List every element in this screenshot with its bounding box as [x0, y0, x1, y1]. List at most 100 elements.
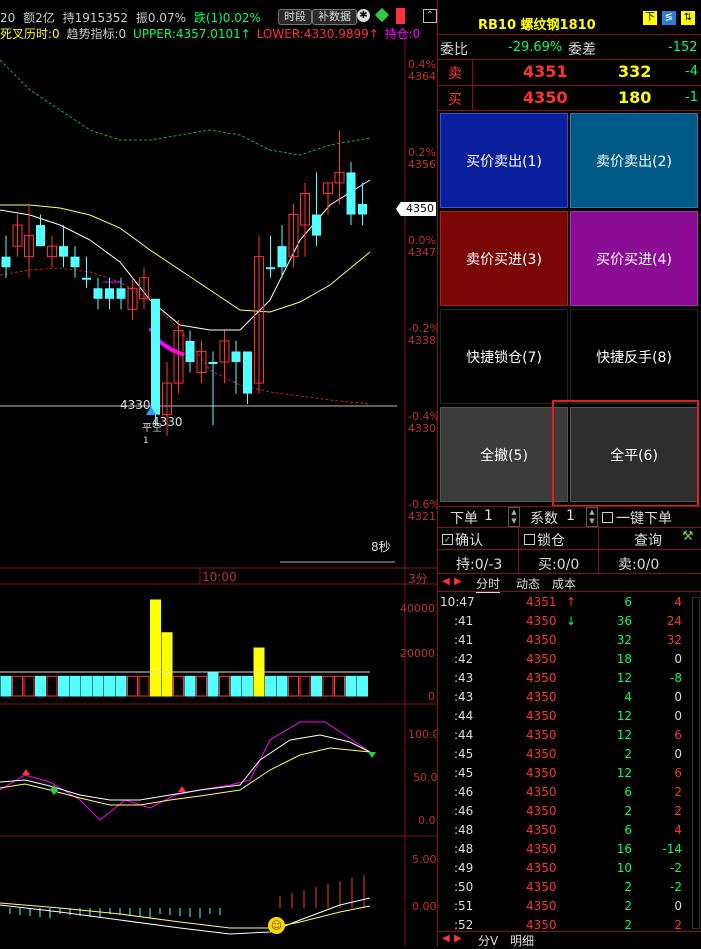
price-chart[interactable]: [0, 0, 437, 946]
volume-bar: [150, 599, 161, 697]
cancel-all-button[interactable]: 全撤(5): [440, 407, 568, 502]
tab-fenv[interactable]: 分V: [478, 932, 498, 949]
buy-at-ask-button[interactable]: 卖价买进(3): [440, 211, 568, 306]
chart-panel[interactable]: 20 额2亿 持1915352 振0.07% 跌(1)0.02% 时段 补数据 …: [0, 0, 440, 946]
order-quantity[interactable]: 1: [484, 508, 493, 524]
trade-price: 4350: [526, 690, 557, 704]
volume-bar: [138, 675, 150, 697]
trade-row: :44 4350 12 0: [438, 707, 701, 726]
quick-lock-button[interactable]: 快捷锁仓(7): [440, 309, 568, 404]
swap-icon[interactable]: ⇅: [681, 11, 695, 25]
osc-down-marker: [368, 752, 376, 758]
tab-mingxi[interactable]: 明细: [510, 932, 534, 949]
trade-time: :48: [454, 842, 474, 856]
confirm-checkbox[interactable]: ✓: [442, 534, 453, 545]
ping-mark: 平空: [142, 423, 162, 434]
trade-delta: 0: [674, 747, 682, 761]
volume-bar: [184, 675, 196, 697]
trade-row: :45 4350 2 0: [438, 745, 701, 764]
trade-volume: 4: [624, 690, 632, 704]
tab-prev-icon[interactable]: ◀: [442, 576, 450, 587]
sell-at-bid-button[interactable]: 买价卖出(1): [440, 113, 568, 208]
trade-delta: 0: [674, 652, 682, 666]
tab-chengben[interactable]: 成本: [552, 575, 576, 592]
sell-price[interactable]: 4351: [523, 62, 568, 81]
trade-price: 4350: [526, 880, 557, 894]
bottom-next-icon[interactable]: ▶: [454, 933, 462, 944]
order-stepper-icon[interactable]: ▲ ▼: [508, 507, 520, 527]
trade-price: 4350: [526, 785, 557, 799]
macd-axis-top: 5.00: [412, 853, 437, 866]
trade-delta: -8: [670, 671, 682, 685]
volume-bar: [242, 675, 253, 697]
one-key-label: 一键下单: [616, 511, 672, 527]
trade-volume: 12: [616, 709, 632, 723]
query-button[interactable]: 查询: [634, 530, 662, 550]
candle-body: [243, 351, 252, 394]
osc-k-line: [0, 721, 371, 821]
lower-band-line: [0, 267, 371, 405]
trade-delta: -2: [670, 861, 682, 875]
current-price-tag: 4350: [396, 202, 436, 216]
buy-price[interactable]: 4350: [523, 88, 568, 107]
volume-bar: [311, 675, 322, 697]
volume-bar: [334, 675, 345, 697]
price-axis-price: 4364: [408, 70, 436, 83]
one-key-checkbox[interactable]: [602, 512, 613, 523]
trade-time: :43: [454, 671, 474, 685]
macd-axis-zero: 0.00: [412, 900, 437, 913]
volume-bar: [81, 675, 92, 697]
factor-label: 系数: [530, 511, 558, 527]
weibi-value: -29.69%: [508, 40, 563, 55]
trade-row: :48 4350 6 4: [438, 821, 701, 840]
trade-price: 4350: [526, 766, 557, 780]
volume-bar: [92, 675, 104, 697]
bottom-prev-icon[interactable]: ◀: [442, 933, 450, 944]
trade-price: 4350: [526, 652, 557, 666]
trade-delta: 6: [674, 766, 682, 780]
trade-price: 4350: [526, 842, 557, 856]
trade-row: :48 4350 16 -14: [438, 840, 701, 859]
countdown: 8秒: [371, 540, 391, 554]
order-down-icon[interactable]: 下: [643, 11, 657, 25]
trade-delta: 0: [674, 899, 682, 913]
price-axis-price: 4338: [408, 334, 436, 347]
time-label: 10:00: [202, 570, 237, 584]
trade-list-scrollbar[interactable]: [692, 597, 700, 929]
tab-next-icon[interactable]: ▶: [454, 576, 462, 587]
lock-checkbox[interactable]: [524, 534, 535, 545]
trade-time: :51: [454, 899, 474, 913]
trade-time: :44: [454, 709, 474, 723]
trade-time: :41: [454, 633, 474, 647]
buy-at-bid-button[interactable]: 买价买进(4): [570, 211, 698, 306]
sell-at-ask-button[interactable]: 卖价卖出(2): [570, 113, 698, 208]
macd-dea-line: [0, 902, 371, 929]
candle-body: [185, 340, 195, 362]
smiley-icon: ☺: [268, 917, 285, 934]
factor-quantity[interactable]: 1: [566, 508, 575, 524]
price-axis-price: 4321: [408, 510, 436, 523]
volume-bar: [58, 675, 69, 697]
volume-bar: [161, 632, 173, 697]
hold-value: 持:0/-3: [456, 557, 503, 573]
candle-body: [277, 246, 287, 268]
weibi-label: 委比: [440, 42, 468, 58]
switch-icon[interactable]: ≶: [662, 11, 676, 25]
candle-body: [208, 362, 218, 364]
hammer-icon[interactable]: ⚒: [682, 529, 694, 544]
trade-delta: 24: [666, 614, 682, 628]
tab-dongtai[interactable]: 动态: [516, 575, 540, 592]
candle-body: [105, 288, 114, 299]
trade-time: :44: [454, 728, 474, 742]
factor-stepper-icon[interactable]: ▲ ▼: [586, 507, 598, 527]
vol-axis-top: 40000: [400, 602, 435, 615]
volume-bar: [357, 675, 368, 697]
osc-j-line: [0, 747, 371, 806]
quick-reverse-button[interactable]: 快捷反手(8): [570, 309, 698, 404]
sell-label: 卖: [448, 66, 462, 82]
trade-row: :45 4350 12 6: [438, 764, 701, 783]
sell-hold-value: 卖:0/0: [618, 557, 660, 573]
trade-volume: 32: [616, 633, 632, 647]
trade-row: :41 4350 32 32: [438, 631, 701, 650]
trade-row: :46 4350 2 2: [438, 802, 701, 821]
